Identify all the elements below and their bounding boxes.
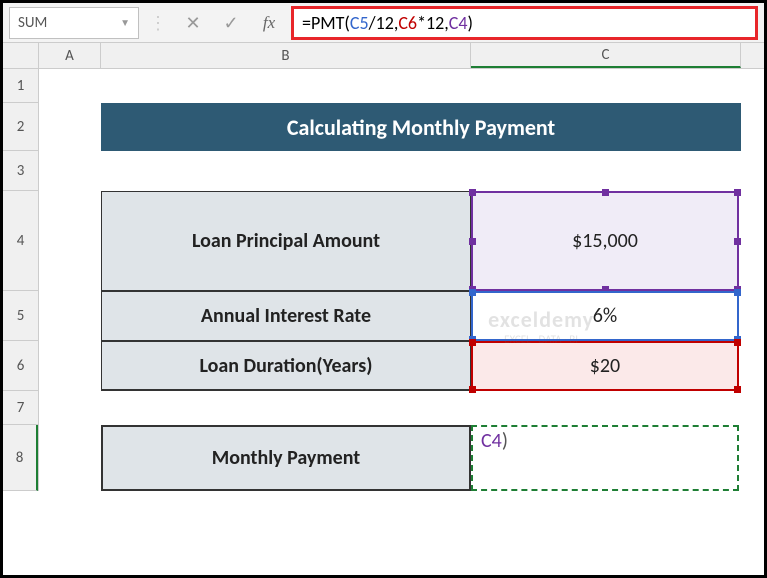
row-header-2[interactable]: 2 <box>3 103 38 151</box>
watermark: exceldemy EXCEL · DATA · BI <box>488 306 594 346</box>
row-header-1[interactable]: 1 <box>3 69 38 103</box>
name-box[interactable]: SUM ▼ <box>9 7 139 39</box>
cell-c5-value: 6% <box>593 304 617 328</box>
watermark-tagline: EXCEL · DATA · BI <box>488 333 594 346</box>
separator: ⋮ <box>145 12 171 34</box>
cell-c8-editing[interactable]: C4) <box>471 425 739 491</box>
row-header-8[interactable]: 8 <box>3 425 38 491</box>
formula-op2: *12, <box>417 12 449 34</box>
cell-c6[interactable]: $20 <box>471 341 739 391</box>
formula-ref-c5: C5 <box>350 12 369 34</box>
editing-close: ) <box>502 429 508 453</box>
row-headers: 1 2 3 4 5 6 7 8 <box>3 69 39 491</box>
row-header-3[interactable]: 3 <box>3 151 38 191</box>
cells-area[interactable]: Calculating Monthly Payment Loan Princip… <box>39 69 764 491</box>
formula-ref-c6: C6 <box>398 12 417 34</box>
formula-bar: SUM ▼ ⋮ ✕ ✓ fx =PMT( C5 /12, C6 *12, C4 … <box>3 3 764 43</box>
formula-prefix: =PMT( <box>302 12 350 34</box>
enter-icon[interactable]: ✓ <box>215 7 247 39</box>
formula-input[interactable]: =PMT( C5 /12, C6 *12, C4 ) <box>291 6 758 40</box>
formula-ref-c4: C4 <box>449 12 468 34</box>
row-header-7[interactable]: 7 <box>3 391 38 425</box>
cell-c4-value: $15,000 <box>572 229 638 253</box>
cell-c6-value: $20 <box>590 354 620 378</box>
title-band[interactable]: Calculating Monthly Payment <box>101 103 741 151</box>
row-header-4[interactable]: 4 <box>3 191 38 291</box>
watermark-brand: exceldemy <box>488 306 594 333</box>
col-header-a[interactable]: A <box>39 43 101 68</box>
column-headers: A B C <box>3 43 764 69</box>
col-header-c[interactable]: C <box>471 43 741 68</box>
row-header-5[interactable]: 5 <box>3 291 38 341</box>
cell-b8[interactable]: Monthly Payment <box>101 425 471 491</box>
col-header-b[interactable]: B <box>101 43 471 68</box>
cell-b5[interactable]: Annual Interest Rate <box>101 291 471 341</box>
name-box-value: SUM <box>18 14 47 32</box>
spreadsheet-grid: A B C 1 2 3 4 5 6 7 8 Calculating Monthl… <box>3 43 764 491</box>
row-header-6[interactable]: 6 <box>3 341 38 391</box>
dropdown-icon[interactable]: ▼ <box>120 16 130 29</box>
formula-op1: /12, <box>369 12 399 34</box>
cell-c4[interactable]: $15,000 <box>471 191 739 291</box>
fx-icon[interactable]: fx <box>253 7 285 39</box>
cell-b6[interactable]: Loan Duration(Years) <box>101 341 471 391</box>
select-all-corner[interactable] <box>3 43 39 68</box>
cancel-icon[interactable]: ✕ <box>177 7 209 39</box>
formula-suffix: ) <box>468 12 473 34</box>
editing-ref-c4: C4 <box>481 429 502 453</box>
editing-line2: C4) <box>481 429 508 453</box>
cell-b4[interactable]: Loan Principal Amount <box>101 191 471 291</box>
